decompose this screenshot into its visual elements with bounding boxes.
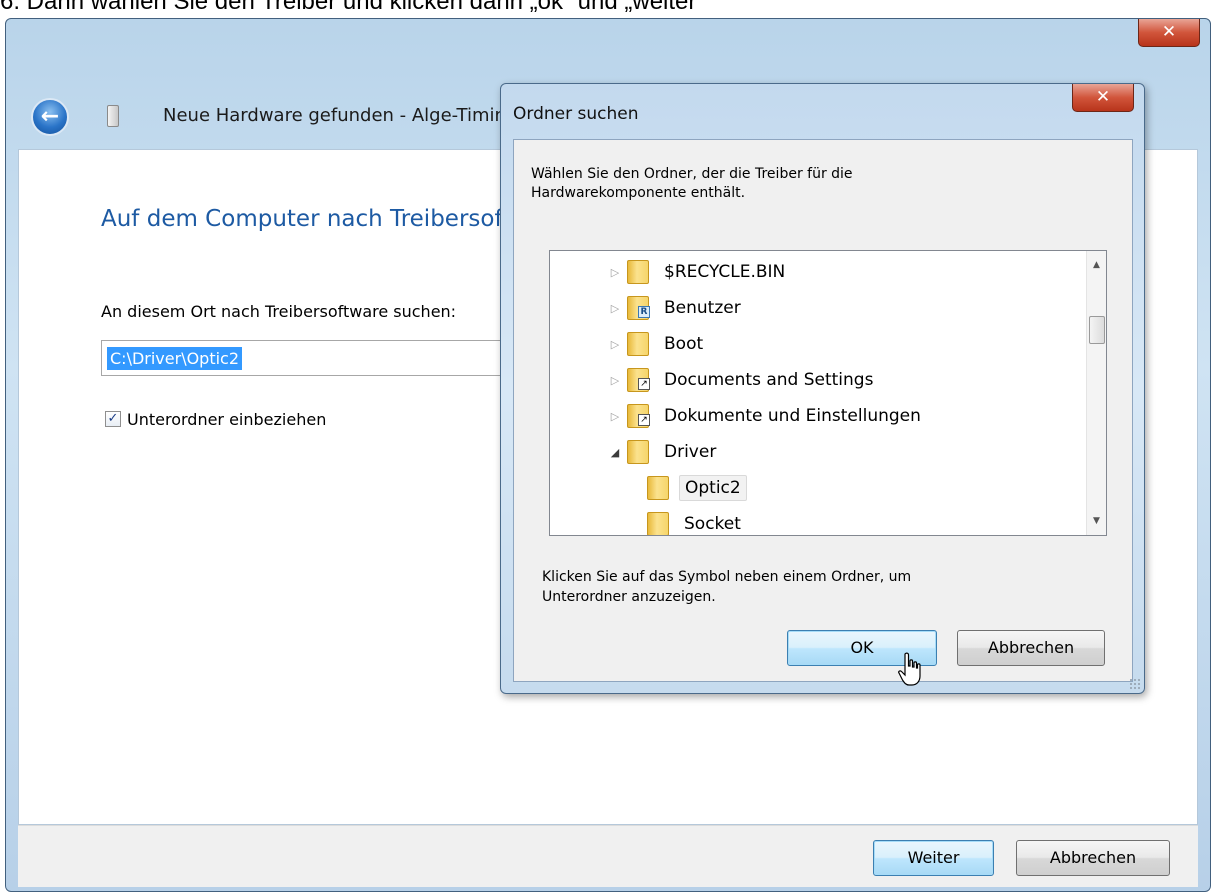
user-folder-icon: R bbox=[627, 296, 650, 320]
tree-item-label: Dokumente und Einstellungen bbox=[664, 406, 921, 426]
expand-arrow-icon[interactable]: ▷ bbox=[608, 302, 622, 315]
resize-grip[interactable] bbox=[1129, 678, 1141, 690]
folder-icon bbox=[647, 512, 669, 535]
close-icon: ✕ bbox=[1095, 87, 1111, 107]
driver-path-input[interactable]: C:\Driver\Optic2 bbox=[101, 340, 541, 376]
dialog-instruction: Wählen Sie den Ordner, der die Treiber f… bbox=[531, 165, 1051, 203]
dialog-close-button[interactable]: ✕ bbox=[1072, 84, 1134, 112]
tree-item-benutzer[interactable]: ▷ R Benutzer bbox=[608, 291, 746, 325]
expand-arrow-icon[interactable]: ▷ bbox=[608, 410, 622, 423]
expand-arrow-icon[interactable]: ▷ bbox=[608, 266, 622, 279]
scroll-up-icon[interactable]: ▲ bbox=[1087, 256, 1106, 274]
shortcut-folder-icon: ↗ bbox=[627, 368, 650, 392]
tree-item-optic2[interactable]: Optic2 bbox=[642, 471, 747, 505]
collapse-arrow-icon[interactable]: ◢ bbox=[608, 446, 622, 459]
folder-icon bbox=[627, 332, 649, 356]
tree-item-dokumente-und-einstellungen[interactable]: ▷ ↗ Dokumente und Einstellungen bbox=[608, 399, 926, 433]
dialog-instruction-line-2: Hardwarekomponente enthält. bbox=[531, 185, 746, 201]
dialog-title: Ordner suchen bbox=[513, 104, 639, 124]
tree-item-driver[interactable]: ◢ Driver bbox=[608, 435, 721, 469]
folder-icon bbox=[627, 260, 649, 284]
browse-folder-dialog: Ordner suchen ✕ Wählen Sie den Ordner, d… bbox=[500, 83, 1145, 694]
dialog-hint-line-1: Klicken Sie auf das Symbol neben einem O… bbox=[542, 569, 912, 585]
include-subfolders-option[interactable]: ✓ Unterordner einbeziehen bbox=[105, 408, 326, 430]
folder-icon bbox=[627, 440, 649, 464]
shortcut-folder-icon: ↗ bbox=[627, 404, 650, 428]
tree-item-label: Driver bbox=[664, 442, 717, 462]
hardware-icon bbox=[107, 105, 119, 127]
dialog-hint-line-2: Unterordner anzuzeigen. bbox=[542, 589, 716, 605]
scroll-thumb[interactable] bbox=[1089, 316, 1105, 344]
search-location-label: An diesem Ort nach Treibersoftware suche… bbox=[101, 302, 457, 321]
tree-item-label: Boot bbox=[664, 334, 704, 354]
cancel-button[interactable]: Abbrechen bbox=[1016, 840, 1170, 876]
include-subfolders-label: Unterordner einbeziehen bbox=[127, 409, 327, 429]
mouse-cursor-icon bbox=[898, 652, 921, 686]
close-button[interactable]: ✕ bbox=[1138, 19, 1200, 47]
folder-icon bbox=[647, 476, 669, 500]
tree-scrollbar[interactable]: ▲ ▼ bbox=[1086, 251, 1106, 535]
folder-tree[interactable]: ▷ $RECYCLE.BIN ▷ R Benutzer ▷ Boot ▷ ↗ D… bbox=[549, 250, 1107, 536]
tree-item-label: Socket bbox=[684, 514, 741, 534]
wizard-footer: Weiter Abbrechen bbox=[18, 825, 1198, 887]
tree-item-label: $RECYCLE.BIN bbox=[664, 262, 786, 282]
scroll-down-icon[interactable]: ▼ bbox=[1087, 512, 1106, 530]
tree-item-socket[interactable]: Socket bbox=[642, 507, 746, 535]
tree-item-documents-and-settings[interactable]: ▷ ↗ Documents and Settings bbox=[608, 363, 878, 397]
tree-item-label: Documents and Settings bbox=[664, 370, 874, 390]
page: 6. Dann wählen Sie den Treiber und klick… bbox=[0, 0, 1213, 896]
tree-item-label: Benutzer bbox=[664, 298, 741, 318]
tree-item-boot[interactable]: ▷ Boot bbox=[608, 327, 708, 361]
expand-arrow-icon[interactable]: ▷ bbox=[608, 338, 622, 351]
dialog-hint: Klicken Sie auf das Symbol neben einem O… bbox=[542, 567, 1062, 607]
back-button[interactable]: ← bbox=[31, 98, 69, 136]
expand-arrow-icon[interactable]: ▷ bbox=[608, 374, 622, 387]
tree-item-label: Optic2 bbox=[679, 475, 747, 501]
instruction-caption: 6. Dann wählen Sie den Treiber und klick… bbox=[0, 0, 705, 15]
close-icon: ✕ bbox=[1161, 22, 1177, 42]
driver-path-value: C:\Driver\Optic2 bbox=[107, 347, 243, 370]
back-arrow-icon: ← bbox=[40, 104, 60, 129]
dialog-body: Wählen Sie den Ordner, der die Treiber f… bbox=[513, 139, 1133, 682]
next-button[interactable]: Weiter bbox=[873, 840, 994, 876]
dialog-cancel-button[interactable]: Abbrechen bbox=[957, 630, 1105, 666]
include-subfolders-checkbox[interactable]: ✓ bbox=[105, 411, 121, 427]
dialog-instruction-line-1: Wählen Sie den Ordner, der die Treiber f… bbox=[531, 166, 853, 182]
tree-item-recycle-bin[interactable]: ▷ $RECYCLE.BIN bbox=[608, 255, 790, 289]
